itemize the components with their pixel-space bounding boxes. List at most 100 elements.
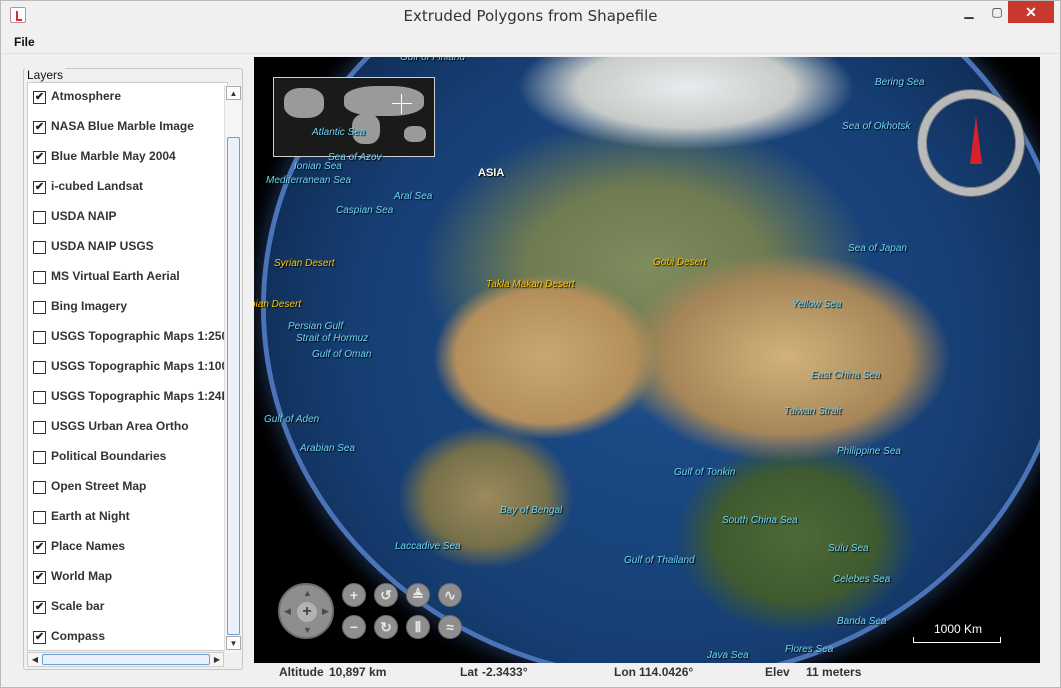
layer-item[interactable]: ✔ Scale bar xyxy=(33,598,227,618)
vertical-exaggeration-up-button[interactable]: ∿ xyxy=(438,583,462,607)
layer-label: USDA NAIP USGS xyxy=(51,239,154,253)
map-place-label: Philippine Sea xyxy=(837,446,901,457)
layer-checkbox[interactable] xyxy=(33,301,46,314)
map-place-label: Bay of Bengal xyxy=(500,505,563,516)
scroll-left-arrow-icon[interactable]: ◀ xyxy=(28,653,42,666)
layer-checkbox[interactable] xyxy=(33,451,46,464)
layer-label: MS Virtual Earth Aerial xyxy=(51,269,180,283)
scroll-right-arrow-icon[interactable]: ▶ xyxy=(210,653,224,666)
layer-checkbox[interactable]: ✔ xyxy=(33,571,46,584)
layer-item[interactable]: USDA NAIP xyxy=(33,208,227,228)
layer-item[interactable]: ✔ NASA Blue Marble Image xyxy=(33,118,227,138)
minimize-button[interactable]: ▁ xyxy=(954,1,984,23)
menu-bar: File xyxy=(2,32,1059,54)
pan-center-plus-icon[interactable]: + xyxy=(297,602,317,622)
close-button[interactable]: ✕ xyxy=(1008,1,1054,23)
map-place-label: Gobi Desert xyxy=(653,257,707,268)
layer-label: Open Street Map xyxy=(51,479,147,493)
layer-checkbox[interactable] xyxy=(33,361,46,374)
menu-file[interactable]: File xyxy=(14,35,35,49)
overview-landmass-eurasia xyxy=(344,86,424,116)
map-place-label: Persian Gulf xyxy=(288,321,344,332)
layer-list-vertical-scrollbar[interactable]: ▲ ▼ xyxy=(224,85,241,652)
pan-right-arrow-icon[interactable]: ▶ xyxy=(322,606,329,617)
pan-up-arrow-icon[interactable]: ▲ xyxy=(303,588,312,598)
pan-control[interactable]: ▲ ▼ ◀ ▶ + xyxy=(278,583,334,639)
layer-item[interactable]: ✔ World Map xyxy=(33,568,227,588)
layer-label: USDA NAIP xyxy=(51,209,117,223)
title-bar: Extruded Polygons from Shapefile ▁ ▢ ✕ xyxy=(1,1,1060,31)
layer-item[interactable]: USGS Urban Area Ortho xyxy=(33,418,227,438)
layer-item[interactable]: USGS Topographic Maps 1:250 xyxy=(33,328,228,348)
globe-view[interactable]: Gulf of Finland Bering Sea Sea of Okhotsk A… xyxy=(254,57,1040,663)
layer-label: Political Boundaries xyxy=(51,449,167,463)
elev-label: Elev xyxy=(765,665,790,679)
scroll-up-arrow-icon[interactable]: ▲ xyxy=(226,86,241,100)
altitude-label: Altitude xyxy=(279,665,324,679)
elev-value: 11 meters xyxy=(806,665,862,679)
layer-item[interactable]: USDA NAIP USGS xyxy=(33,238,227,258)
layer-item[interactable]: ✔ Atmosphere xyxy=(33,88,227,108)
map-place-label: bian Desert xyxy=(254,299,302,310)
tilt-up-button[interactable]: ≜ xyxy=(406,583,430,607)
horizontal-scroll-thumb[interactable] xyxy=(42,654,210,665)
layer-checkbox[interactable] xyxy=(33,481,46,494)
layer-list-horizontal-scrollbar[interactable]: ◀ ▶ xyxy=(27,652,224,667)
map-place-label: Caspian Sea xyxy=(336,205,394,216)
layer-item[interactable]: Bing Imagery xyxy=(33,298,227,318)
map-place-label: Gulf of Oman xyxy=(312,349,372,360)
layer-checkbox[interactable]: ✔ xyxy=(33,91,46,104)
rotate-left-button[interactable]: ↺ xyxy=(374,583,398,607)
layer-checkbox[interactable] xyxy=(33,271,46,284)
map-place-label: South China Sea xyxy=(722,515,798,526)
layer-item[interactable]: ✔ Place Names xyxy=(33,538,227,558)
layer-checkbox[interactable] xyxy=(33,241,46,254)
layer-checkbox[interactable]: ✔ xyxy=(33,541,46,554)
pan-left-arrow-icon[interactable]: ◀ xyxy=(284,606,291,617)
layer-checkbox[interactable]: ✔ xyxy=(33,121,46,134)
map-place-label: East China Sea xyxy=(811,370,881,381)
scroll-down-arrow-icon[interactable]: ▼ xyxy=(226,636,241,650)
layer-checkbox[interactable]: ✔ xyxy=(33,151,46,164)
scale-bar-line xyxy=(913,637,1001,643)
layer-item[interactable]: USGS Topographic Maps 1:100 xyxy=(33,358,227,378)
layer-checkbox[interactable] xyxy=(33,211,46,224)
layer-checkbox[interactable] xyxy=(33,421,46,434)
map-place-label: Sea of Okhotsk xyxy=(842,121,911,132)
layer-checkbox[interactable] xyxy=(33,511,46,524)
layer-checkbox[interactable] xyxy=(33,391,46,404)
layer-item[interactable]: Open Street Map xyxy=(33,478,227,498)
window-title: Extruded Polygons from Shapefile xyxy=(403,7,658,25)
world-map-overview[interactable] xyxy=(273,77,435,157)
layer-label: USGS Topographic Maps 1:250 xyxy=(51,329,228,343)
rotate-right-button[interactable]: ↻ xyxy=(374,615,398,639)
layer-checkbox[interactable]: ✔ xyxy=(33,601,46,614)
layer-item[interactable]: Political Boundaries xyxy=(33,448,227,468)
tilt-down-button[interactable]: ⦀ xyxy=(406,615,430,639)
layer-checkbox[interactable] xyxy=(33,331,46,344)
layer-item[interactable]: USGS Topographic Maps 1:24K xyxy=(33,388,227,408)
vertical-scroll-thumb[interactable] xyxy=(227,137,240,635)
zoom-out-button[interactable]: − xyxy=(342,615,366,639)
map-place-label: Syrian Desert xyxy=(274,258,335,269)
map-place-label: Bering Sea xyxy=(875,77,925,88)
layer-item[interactable]: ✔ Compass xyxy=(33,628,227,648)
map-place-label: Sea of Japan xyxy=(848,243,907,254)
layer-label: Blue Marble May 2004 xyxy=(51,149,176,163)
navigation-controls: ▲ ▼ ◀ ▶ + + − ↺ ↻ ≜ ⦀ ∿ ≈ xyxy=(278,581,468,641)
map-place-label: Gulf of Tonkin xyxy=(674,467,736,478)
layer-item[interactable]: Earth at Night xyxy=(33,508,227,528)
status-bar: Altitude 10,897 km Lat -2.3433° Lon 114.… xyxy=(254,664,1040,684)
pan-down-arrow-icon[interactable]: ▼ xyxy=(303,625,312,635)
compass[interactable] xyxy=(918,90,1024,196)
layer-checkbox[interactable]: ✔ xyxy=(33,181,46,194)
layer-item[interactable]: ✔ i-cubed Landsat xyxy=(33,178,227,198)
vertical-exaggeration-down-button[interactable]: ≈ xyxy=(438,615,462,639)
layer-checkbox[interactable]: ✔ xyxy=(33,631,46,644)
zoom-in-button[interactable]: + xyxy=(342,583,366,607)
layer-label: Atmosphere xyxy=(51,89,122,103)
compass-needle-icon xyxy=(970,116,982,164)
lat-value: -2.3433° xyxy=(482,665,528,679)
layer-item[interactable]: MS Virtual Earth Aerial xyxy=(33,268,227,288)
layer-item[interactable]: ✔ Blue Marble May 2004 xyxy=(33,148,227,168)
